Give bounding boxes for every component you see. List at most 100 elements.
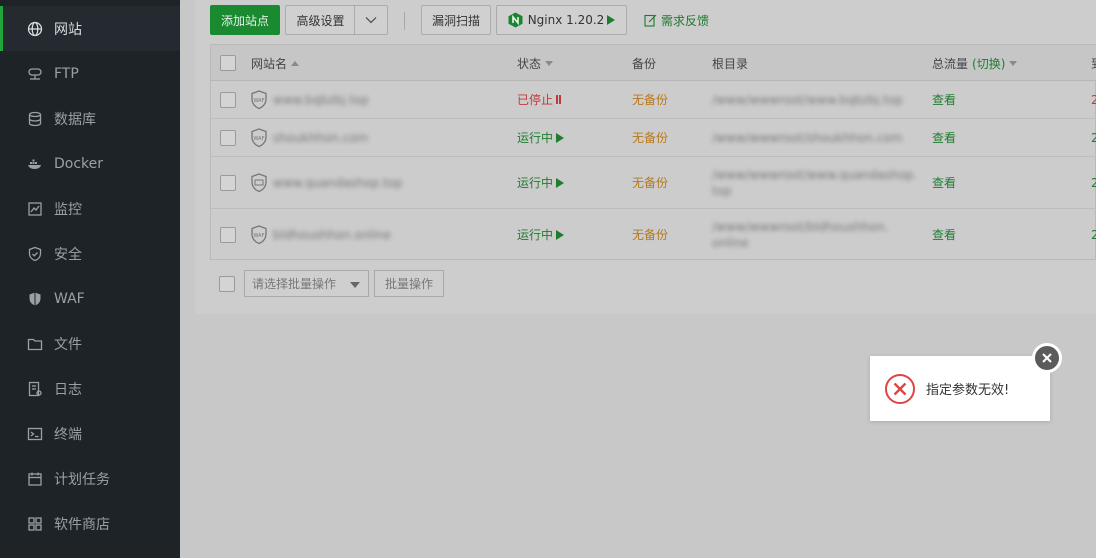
caret-down-icon [350, 282, 360, 288]
header-status[interactable]: 状态 [517, 45, 554, 81]
waf-badge-icon: WAF [250, 209, 268, 260]
apps-grid-icon [27, 516, 43, 532]
row-checkbox[interactable] [220, 91, 236, 108]
sort-desc-icon [545, 60, 554, 66]
traffic-view-link[interactable]: 查看 [932, 129, 956, 146]
backup-link[interactable]: 无备份 [632, 91, 668, 108]
table-row: WAF bldhoushhon.online 运行中 无备份 /www/wwwr… [211, 209, 1096, 260]
header-expiry-truncated: 到 [1091, 45, 1096, 81]
site-name-link[interactable]: bldhoushhon.online [273, 228, 391, 242]
vuln-scan-button[interactable]: 漏洞扫描 [421, 5, 491, 35]
database-icon [27, 111, 43, 127]
sidebar: 网站 FTP 数据库 Docker 监控 安全 WAF 文件 日志 终端 计划任… [0, 0, 180, 558]
sidebar-item-website[interactable]: 网站 [0, 6, 180, 51]
toast-close-button[interactable] [1032, 343, 1062, 373]
sidebar-item-database[interactable]: 数据库 [0, 96, 180, 141]
sidebar-item-ftp[interactable]: FTP [0, 51, 180, 96]
sidebar-item-terminal[interactable]: 终端 [0, 411, 180, 456]
svg-text:WAF: WAF [254, 98, 265, 104]
root-path-link[interactable]: /www/wwwroot/www.bqbzbj.top [712, 93, 903, 107]
header-backup: 备份 [632, 56, 657, 71]
site-status[interactable]: 已停止 [517, 81, 562, 118]
traffic-switch-link[interactable]: (切换) [972, 55, 1005, 72]
globe-icon [27, 21, 43, 37]
sidebar-item-waf[interactable]: WAF [0, 276, 180, 321]
batch-select-all-checkbox[interactable] [219, 276, 235, 292]
sidebar-item-label: FTP [54, 65, 79, 82]
batch-operation-button[interactable]: 批量操作 [374, 270, 444, 297]
advanced-settings-dropdown[interactable] [354, 5, 388, 35]
sidebar-item-label: 软件商店 [54, 516, 110, 533]
feedback-label: 需求反馈 [661, 14, 710, 28]
error-toast: 指定参数无效! [870, 356, 1050, 421]
advanced-settings-button[interactable]: 高级设置 [285, 5, 355, 35]
root-path-link[interactable]: /www/wwwroot/www.quandashop. top [712, 167, 917, 199]
edit-icon [644, 14, 657, 27]
site-list-panel: 添加站点 高级设置 漏洞扫描 Nginx 1.20.2 需求反馈 网站名 状态 … [195, 0, 1096, 314]
root-path-link[interactable]: /www/wwwroot/shoukhhon.com [712, 131, 902, 145]
sidebar-item-cron[interactable]: 计划任务 [0, 456, 180, 501]
row-checkbox[interactable] [220, 174, 236, 191]
sidebar-item-monitor[interactable]: 监控 [0, 186, 180, 231]
header-traffic[interactable]: 总流量 (切换) [932, 45, 1018, 81]
close-icon [1042, 353, 1052, 363]
log-icon [27, 381, 43, 397]
toolbar-divider [404, 12, 405, 30]
sidebar-item-label: 终端 [54, 426, 82, 443]
expiry-truncated: 2 [1091, 227, 1096, 242]
site-name-link[interactable]: www.quandashop.top [273, 176, 403, 190]
sidebar-item-docker[interactable]: Docker [0, 141, 180, 186]
play-icon [556, 132, 565, 143]
terminal-icon [27, 426, 43, 442]
batch-operation-select[interactable]: 请选择批量操作 [244, 270, 369, 297]
sidebar-item-app-store[interactable]: 软件商店 [0, 501, 180, 546]
site-table: 网站名 状态 备份 根目录 总流量 (切换) 到 [210, 44, 1096, 260]
traffic-view-link[interactable]: 查看 [932, 91, 956, 108]
play-icon [556, 229, 565, 240]
root-path-link[interactable]: /www/wwwroot/bldhoushhon. online [712, 219, 888, 251]
table-row: WAF www.bqbzbj.top 已停止 无备份 /www/wwwroot/… [211, 81, 1096, 119]
svg-text:WAF: WAF [254, 233, 265, 239]
row-checkbox[interactable] [220, 226, 236, 243]
backup-link[interactable]: 无备份 [632, 226, 668, 243]
sidebar-item-label: Docker [54, 155, 104, 172]
backup-link[interactable]: 无备份 [632, 174, 668, 191]
sidebar-item-label: 日志 [54, 381, 82, 398]
svg-text:WAF: WAF [254, 136, 265, 142]
table-header: 网站名 状态 备份 根目录 总流量 (切换) 到 [211, 45, 1096, 81]
traffic-view-link[interactable]: 查看 [932, 174, 956, 191]
row-checkbox[interactable] [220, 129, 236, 146]
site-status[interactable]: 运行中 [517, 119, 565, 156]
nginx-version-button[interactable]: Nginx 1.20.2 [496, 5, 627, 35]
sort-asc-icon [291, 60, 300, 66]
sidebar-item-label: 文件 [54, 336, 82, 353]
traffic-view-link[interactable]: 查看 [932, 226, 956, 243]
monitor-icon [27, 201, 43, 217]
sidebar-item-security[interactable]: 安全 [0, 231, 180, 276]
select-all-checkbox[interactable] [220, 55, 236, 71]
error-circle-icon [885, 373, 915, 404]
feedback-link[interactable]: 需求反馈 [644, 12, 709, 29]
add-site-button[interactable]: 添加站点 [210, 5, 280, 35]
site-name-link[interactable]: shoukhhon.com [273, 131, 368, 145]
shield-check-icon [27, 246, 43, 262]
pause-icon [556, 95, 562, 104]
expiry-truncated: 2 [1091, 130, 1096, 145]
waf-badge-icon: WAF [250, 81, 268, 118]
table-row: WAF shoukhhon.com 运行中 无备份 /www/wwwroot/s… [211, 119, 1096, 157]
header-site-name[interactable]: 网站名 [251, 45, 300, 81]
play-icon [607, 15, 616, 25]
waf-badge-icon: WAF [250, 119, 268, 156]
site-status[interactable]: 运行中 [517, 157, 565, 208]
play-icon [556, 177, 565, 188]
site-name-link[interactable]: www.bqbzbj.top [273, 93, 369, 107]
site-status[interactable]: 运行中 [517, 209, 565, 260]
ftp-icon [27, 66, 43, 82]
sidebar-item-logs[interactable]: 日志 [0, 366, 180, 411]
backup-link[interactable]: 无备份 [632, 129, 668, 146]
sidebar-item-label: 网站 [54, 21, 82, 38]
sidebar-item-label: 数据库 [54, 111, 96, 128]
waf-badge-icon [250, 157, 268, 208]
main-content: 添加站点 高级设置 漏洞扫描 Nginx 1.20.2 需求反馈 网站名 状态 … [180, 0, 1096, 558]
sidebar-item-files[interactable]: 文件 [0, 321, 180, 366]
